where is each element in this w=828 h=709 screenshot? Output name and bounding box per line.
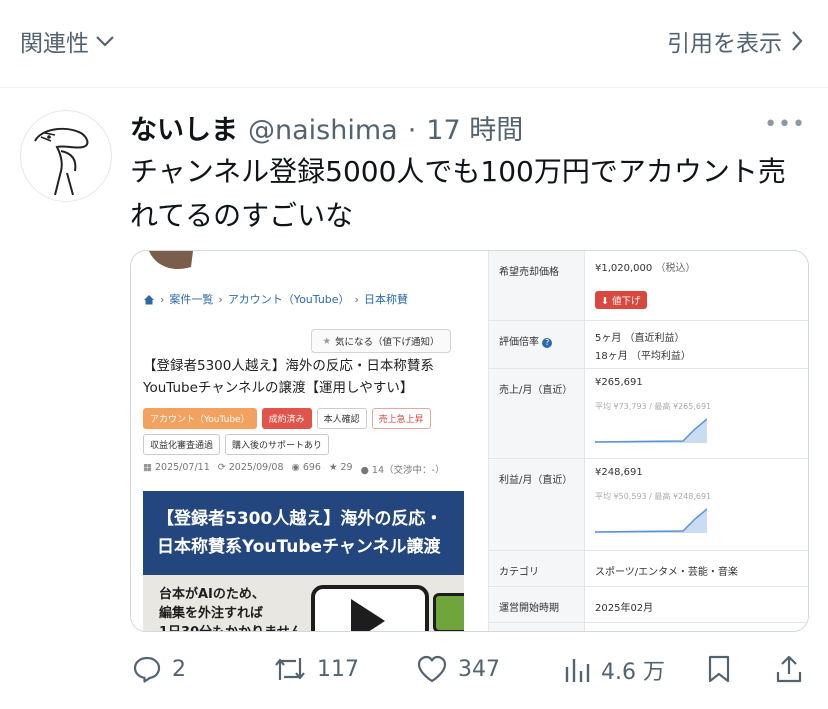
views-button[interactable]: 4.6 万: [563, 654, 665, 686]
comment-count: ● 14（交渉中：-）: [360, 465, 445, 476]
category-label: カテゴリ: [499, 567, 539, 578]
profit-row: 利益/月（直近） ¥248,691 平均 ¥50,593 / 最高 ¥248,6…: [489, 459, 808, 551]
listing-banner: 【登録者5300人越え】海外の反応・ 日本称賛系YouTubeチャンネル譲渡: [143, 491, 464, 575]
cut-off-row: [489, 623, 808, 631]
breadcrumb-item[interactable]: アカウント（YouTube）: [228, 291, 350, 307]
reply-icon: [133, 656, 161, 683]
profit-label: 利益/月（直近）: [499, 475, 573, 486]
help-icon: ?: [542, 338, 553, 348]
heart-icon: [417, 655, 447, 683]
tweet-text: チャンネル登録5000人でも100万円でアカウント売れてるのすごいな: [130, 155, 786, 232]
badge: アカウント（YouTube）: [143, 408, 257, 429]
view-quotes-label: 引用を表示: [667, 31, 782, 57]
retweet-count: 117: [317, 656, 359, 682]
action-bar: 2 117 347 4.6 万: [0, 648, 828, 692]
start-row: 運営開始時期 2025年02月: [489, 587, 808, 623]
listing-meta: ▦ 2025/07/11 ⟳ 2025/09/08 ◉ 696 ★ 29 ● 1…: [143, 462, 444, 476]
watch-label: 気になる（値下げ通知）: [335, 337, 440, 348]
tweet-header: ないしま @naishima · 17 時間: [130, 108, 523, 147]
star-count: ★ 29: [328, 462, 353, 473]
reply-count: 2: [172, 656, 186, 682]
badge: 収益化審査通過: [143, 434, 221, 455]
price-value: ¥1,020,000 （税込）: [595, 263, 696, 274]
price-label: 希望売却価格: [499, 267, 559, 278]
like-button[interactable]: 347: [416, 654, 500, 684]
listing-right-panel: 希望売却価格 ¥1,020,000 （税込） ⬇ 値下げ 評価倍率 ? 5ヶ月 …: [488, 251, 808, 631]
profit-value: ¥248,691: [595, 467, 643, 478]
start-label: 運営開始時期: [499, 603, 559, 614]
listing-title: 【登録者5300人越え】海外の反応・日本称賛系YouTubeチャンネルの譲渡【運…: [143, 358, 434, 396]
avatar-illustration: [34, 127, 89, 196]
start-value: 2025年02月: [595, 603, 654, 614]
star-icon: ★: [322, 335, 331, 347]
breadcrumb-item[interactable]: 日本称賛: [364, 291, 408, 307]
bookmark-icon: [708, 655, 730, 683]
ratio-line: 5ヶ月 （直近利益）: [595, 333, 685, 344]
created-date: ▦ 2025/07/11: [143, 462, 210, 473]
banner-line: 日本称賛系YouTubeチャンネル譲渡: [157, 537, 441, 557]
share-icon: [776, 655, 802, 683]
retweet-button[interactable]: 117: [273, 654, 359, 684]
ratio-row: 評価倍率 ? 5ヶ月 （直近利益） 18ヶ月 （平均利益）: [489, 321, 808, 369]
breadcrumb-item[interactable]: 案件一覧: [169, 291, 213, 307]
badge: 本人確認: [316, 408, 367, 429]
share-button[interactable]: [775, 654, 803, 684]
separator: ·: [407, 115, 417, 146]
home-icon[interactable]: [143, 294, 155, 305]
sales-row: 売上/月（直近） ¥265,691 平均 ¥73,793 / 最高 ¥265,6…: [489, 369, 808, 459]
chevron-right-icon: [792, 31, 803, 51]
badge: 成約済み: [261, 408, 312, 429]
profit-sub: 平均 ¥50,593 / 最高 ¥248,691: [595, 492, 712, 501]
sales-sparkline: [595, 418, 707, 443]
breadcrumb-separator: ›: [160, 292, 165, 306]
badge: 購入後のサポートあり: [225, 434, 330, 455]
sales-value: ¥265,691: [595, 377, 643, 388]
attached-image[interactable]: › 案件一覧 › アカウント（YouTube） › 日本称賛 ★ 気になる（値下…: [130, 250, 809, 632]
relevance-dropdown[interactable]: 関連性: [20, 24, 115, 58]
badge: 売上急上昇: [371, 408, 431, 429]
mascot-illustration: [149, 251, 193, 270]
category-value: スポーツ/エンタメ・芸能・音楽: [595, 567, 738, 578]
divider: [0, 87, 828, 88]
view-quotes-link[interactable]: 引用を表示: [667, 24, 804, 58]
profit-sparkline: [595, 508, 707, 533]
updated-date: ⟳ 2025/09/08: [217, 462, 284, 473]
price-row: 希望売却価格 ¥1,020,000 （税込） ⬇ 値下げ: [489, 251, 808, 321]
thumbnail-copy: 台本がAIのため、 編集を外注すれば 1日30分もかかりません: [159, 587, 303, 631]
chevron-down-icon: [96, 36, 114, 47]
reply-button[interactable]: 2: [132, 654, 186, 684]
top-bar: 関連性 引用を表示: [0, 0, 828, 82]
category-row: カテゴリ スポーツ/エンタメ・芸能・音楽: [489, 551, 808, 587]
breadcrumb-separator: ›: [218, 292, 223, 306]
price-down-badge: ⬇ 値下げ: [595, 291, 647, 309]
timestamp[interactable]: 17 時間: [426, 108, 523, 147]
breadcrumb: › 案件一覧 › アカウント（YouTube） › 日本称賛: [143, 291, 408, 307]
sales-sub: 平均 ¥73,793 / 最高 ¥265,691: [595, 402, 712, 411]
author-name[interactable]: ないしま: [130, 108, 238, 147]
listing-left-panel: › 案件一覧 › アカウント（YouTube） › 日本称賛 ★ 気になる（値下…: [131, 251, 476, 631]
views-count: 4.6 万: [601, 660, 665, 685]
badge-list: アカウント（YouTube） 成約済み 本人確認 売上急上昇 収益化審査通過 購…: [143, 408, 463, 455]
breadcrumb-separator: ›: [354, 292, 359, 306]
retweet-icon: [275, 658, 305, 680]
more-options-icon[interactable]: •••: [764, 112, 806, 137]
bookmark-button[interactable]: [706, 654, 732, 684]
like-count: 347: [458, 656, 500, 682]
view-count: ◉ 696: [291, 462, 321, 473]
watch-button[interactable]: ★ 気になる（値下げ通知）: [311, 329, 451, 353]
relevance-label: 関連性: [20, 31, 89, 57]
author-handle[interactable]: @naishima: [248, 115, 398, 146]
avatar[interactable]: [20, 110, 112, 202]
ratio-label: 評価倍率 ?: [499, 333, 553, 348]
chat-bubble-icon: [433, 593, 464, 631]
ratio-line: 18ヶ月 （平均利益）: [595, 351, 691, 362]
views-chart-icon: [565, 659, 590, 682]
listing-thumbnail: 台本がAIのため、 編集を外注すれば 1日30分もかかりません: [143, 575, 464, 631]
sales-label: 売上/月（直近）: [499, 385, 573, 396]
banner-line: 【登録者5300人越え】海外の反応・: [157, 509, 443, 529]
play-icon: [351, 599, 385, 631]
